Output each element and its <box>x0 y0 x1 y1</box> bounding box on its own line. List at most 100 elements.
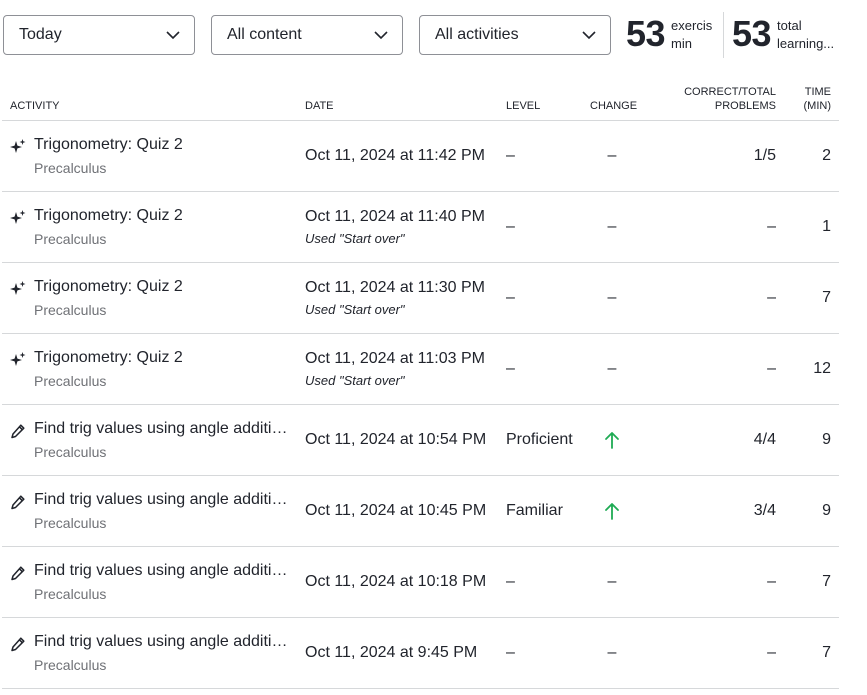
chevron-down-icon <box>582 31 596 40</box>
header-time[interactable]: TIME (MIN) <box>778 78 839 121</box>
activity-type-select[interactable]: All activities <box>419 15 611 55</box>
date-cell: Oct 11, 2024 at 10:18 PM <box>305 546 506 617</box>
activity-title-link[interactable]: Trigonometry: Quiz 2 <box>34 348 183 368</box>
pencil-icon <box>10 564 26 582</box>
date-cell: Oct 11, 2024 at 10:45 PM <box>305 475 506 546</box>
change-cell: – <box>590 262 660 333</box>
sparkle-icon <box>10 351 26 369</box>
correct-total-cell: – <box>767 572 776 590</box>
time-range-select[interactable]: Today <box>3 15 195 55</box>
date-note: Used "Start over" <box>305 372 405 388</box>
header-correct-line1: CORRECT/TOTAL <box>684 85 776 98</box>
date-cell: Oct 11, 2024 at 11:03 PM Used "Start over… <box>305 333 506 404</box>
change-value: – <box>607 288 617 306</box>
activity-course: Precalculus <box>34 443 107 460</box>
level-cell: Proficient <box>506 430 573 448</box>
time-cell: 9 <box>822 501 831 519</box>
exercise-minutes-value: 53 <box>626 13 666 54</box>
level-cell: Familiar <box>506 501 563 519</box>
activity-cell: Find trig values using angle additio... P… <box>2 546 305 617</box>
chevron-down-icon <box>374 31 388 40</box>
activity-cell: Find trig values using angle additio... P… <box>2 475 305 546</box>
activity-cell: Trigonometry: Quiz 2 Precalculus <box>2 191 305 262</box>
exercise-minutes-stat: 53 exercis min <box>626 14 712 54</box>
level-cell: – <box>506 643 515 661</box>
date-value: Oct 11, 2024 at 11:40 PM <box>305 207 485 225</box>
table-row[interactable]: Trigonometry: Quiz 2 Precalculus Oct 11, 2… <box>2 333 839 404</box>
correct-total-cell: 3/4 <box>753 501 776 519</box>
content-value: All content <box>227 26 302 43</box>
date-note: Used "Start over" <box>305 230 405 246</box>
sparkle-icon <box>10 138 26 156</box>
header-level[interactable]: LEVEL <box>506 78 590 121</box>
activity-course: Precalculus <box>34 159 107 176</box>
activity-title-link[interactable]: Find trig values using angle additio... <box>34 419 289 439</box>
activity-course: Precalculus <box>34 301 107 318</box>
activity-title-link[interactable]: Trigonometry: Quiz 2 <box>34 277 183 297</box>
level-cell: – <box>506 288 515 306</box>
correct-total-cell: – <box>767 359 776 377</box>
change-cell: – <box>590 333 660 404</box>
change-value: – <box>607 359 617 377</box>
level-cell: – <box>506 359 515 377</box>
sparkle-icon <box>10 280 26 298</box>
header-correct-total[interactable]: CORRECT/TOTAL PROBLEMS <box>660 78 778 121</box>
table-row[interactable]: Trigonometry: Quiz 2 Precalculus Oct 11, 2… <box>2 120 839 191</box>
total-learning-stat: 53 total learning... <box>732 14 834 54</box>
arrow-up-icon <box>605 431 619 449</box>
exercise-minutes-label-line1: exercis <box>671 18 713 33</box>
pencil-icon <box>10 493 26 511</box>
header-change[interactable]: CHANGE <box>590 78 660 121</box>
date-value: Oct 11, 2024 at 10:45 PM <box>305 501 487 519</box>
header-time-line1: TIME <box>804 85 831 98</box>
header-date[interactable]: DATE <box>305 78 506 121</box>
activity-title-link[interactable]: Find trig values using angle additio... <box>34 632 289 652</box>
activity-type-value: All activities <box>435 26 519 43</box>
activity-course: Precalculus <box>34 372 107 389</box>
total-learning-label: total learning... <box>777 17 834 53</box>
level-cell: – <box>506 146 515 164</box>
pencil-icon <box>10 635 26 653</box>
table-row[interactable]: Find trig values using angle additio... P… <box>2 475 839 546</box>
header-activity[interactable]: ACTIVITY <box>2 78 305 121</box>
chevron-down-icon <box>166 31 180 40</box>
change-value: – <box>607 217 617 235</box>
activity-title-link[interactable]: Trigonometry: Quiz 2 <box>34 135 183 155</box>
table-row[interactable]: Find trig values using angle additio... P… <box>2 546 839 617</box>
table-row[interactable]: Trigonometry: Quiz 2 Precalculus Oct 11, 2… <box>2 262 839 333</box>
activity-cell: Find trig values using angle additio... P… <box>2 404 305 475</box>
content-select[interactable]: All content <box>211 15 403 55</box>
table-row[interactable]: Trigonometry: Quiz 2 Precalculus Oct 11, 2… <box>2 191 839 262</box>
activity-cell: Trigonometry: Quiz 2 Precalculus <box>2 333 305 404</box>
stat-divider <box>723 12 724 58</box>
activity-course: Precalculus <box>34 585 107 602</box>
activity-course: Precalculus <box>34 230 107 247</box>
activity-title-link[interactable]: Trigonometry: Quiz 2 <box>34 206 183 226</box>
date-value: Oct 11, 2024 at 9:45 PM <box>305 643 478 661</box>
correct-total-cell: – <box>767 288 776 306</box>
date-note: Used "Start over" <box>305 301 405 317</box>
time-cell: 9 <box>822 430 831 448</box>
correct-total-cell: – <box>767 217 776 235</box>
time-cell: 7 <box>822 643 831 661</box>
change-cell: – <box>590 191 660 262</box>
table-row[interactable]: Find trig values using angle additio... P… <box>2 617 839 688</box>
table-header-row: ACTIVITY DATE LEVEL CHANGE CORRECT/TOTAL… <box>2 78 839 121</box>
activity-table: ACTIVITY DATE LEVEL CHANGE CORRECT/TOTAL… <box>2 78 839 689</box>
correct-total-cell: 4/4 <box>753 430 776 448</box>
time-cell: 7 <box>822 572 831 590</box>
total-learning-value: 53 <box>732 13 772 54</box>
activity-title-link[interactable]: Find trig values using angle additio... <box>34 561 289 581</box>
date-cell: Oct 11, 2024 at 11:30 PM Used "Start over… <box>305 262 506 333</box>
filter-bar: Today All content All activities <box>3 15 611 55</box>
date-cell: Oct 11, 2024 at 9:45 PM <box>305 617 506 688</box>
activity-title-link[interactable]: Find trig values using angle additio... <box>34 490 289 510</box>
table-row[interactable]: Find trig values using angle additio... P… <box>2 404 839 475</box>
activity-course: Precalculus <box>34 656 107 673</box>
date-cell: Oct 11, 2024 at 11:40 PM Used "Start over… <box>305 191 506 262</box>
date-value: Oct 11, 2024 at 11:42 PM <box>305 146 485 164</box>
change-cell: – <box>590 120 660 191</box>
change-cell <box>590 475 660 546</box>
date-value: Oct 11, 2024 at 10:18 PM <box>305 572 487 590</box>
correct-total-cell: 1/5 <box>753 146 776 164</box>
